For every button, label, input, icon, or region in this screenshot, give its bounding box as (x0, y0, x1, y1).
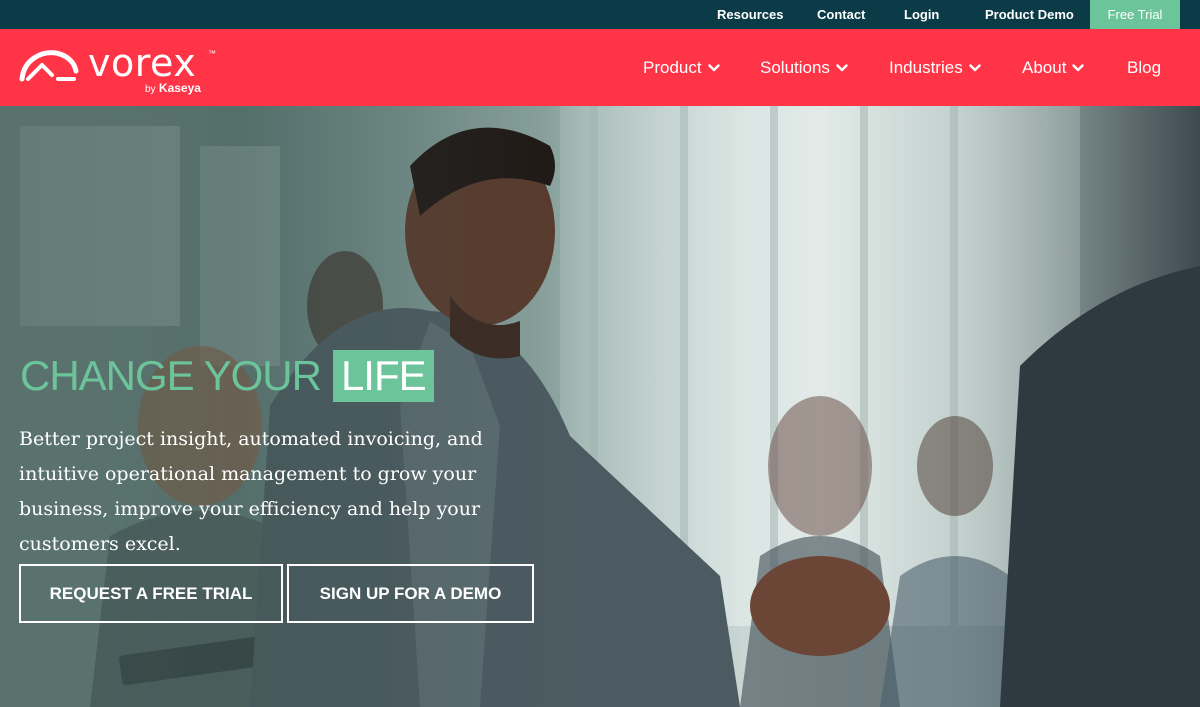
nav-product-label: Product (643, 58, 702, 77)
hero-subcopy: Better project insight, automated invoic… (19, 428, 483, 555)
hero-headline-text: CHANGE YOUR (20, 352, 322, 399)
chevron-down-icon (1072, 64, 1085, 72)
sign-up-demo-button[interactable]: SIGN UP FOR A DEMO (287, 564, 534, 623)
nav-about-label: About (1022, 58, 1067, 77)
chevron-down-icon (836, 64, 848, 72)
nav-blog-label: Blog (1127, 58, 1162, 77)
topbar-product-demo-link[interactable]: Product Demo (985, 0, 1074, 29)
utility-bar: Resources Contact Login Product Demo Fre… (0, 0, 1200, 29)
logo-by-text: by (145, 84, 156, 95)
topbar-resources-link[interactable]: Resources (717, 0, 783, 29)
nav-industries-label: Industries (889, 58, 963, 77)
nav-about[interactable]: About (1022, 58, 1085, 78)
nav-industries[interactable]: Industries (889, 58, 981, 78)
logo-wordmark: vorex (88, 41, 197, 85)
hero-headline-accent: LIFE (332, 350, 434, 402)
logo-byline: by Kaseya (145, 81, 201, 95)
vorex-logo[interactable]: vorex ™ by Kaseya (18, 41, 218, 97)
nav-solutions-label: Solutions (760, 58, 830, 77)
request-free-trial-button[interactable]: REQUEST A FREE TRIAL (19, 564, 283, 623)
chevron-down-icon (969, 64, 981, 72)
nav-blog[interactable]: Blog (1127, 58, 1161, 78)
logo-trademark: ™ (208, 49, 216, 58)
vorex-gauge-logo-icon (19, 50, 79, 82)
topbar-login-link[interactable]: Login (904, 0, 939, 29)
hero-headline: CHANGE YOUR LIFE (20, 350, 434, 402)
nav-product[interactable]: Product (643, 58, 720, 78)
nav-solutions[interactable]: Solutions (760, 58, 848, 78)
hero-section: CHANGE YOUR LIFE Better project insight,… (0, 106, 1200, 707)
main-navbar: vorex ™ by Kaseya Product Solutions Indu… (0, 29, 1200, 106)
topbar-contact-link[interactable]: Contact (817, 0, 865, 29)
chevron-down-icon (707, 64, 720, 72)
logo-company: Kaseya (158, 81, 201, 95)
topbar-free-trial-button[interactable]: Free Trial (1090, 0, 1180, 29)
